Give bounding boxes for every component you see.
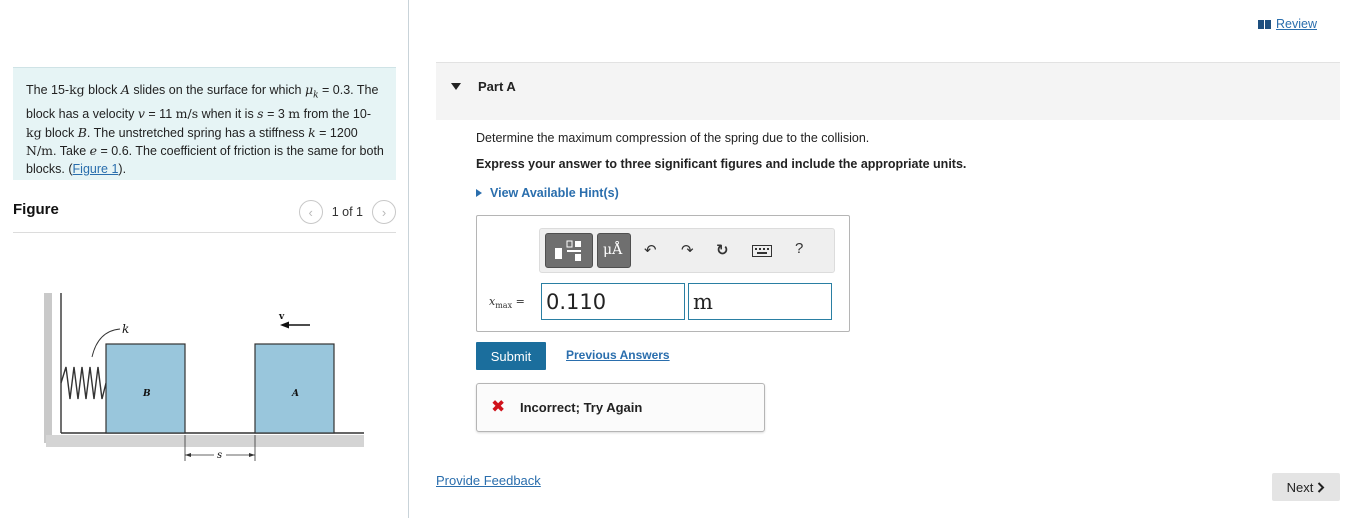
- figure-diagram: k B A v s: [44, 293, 364, 461]
- hints-label: View Available Hint(s): [490, 186, 619, 200]
- var-v: v: [137, 106, 145, 122]
- dim-arrow-left: [185, 453, 191, 457]
- review-link[interactable]: Review: [1258, 17, 1317, 31]
- block-A-label: A: [291, 389, 299, 399]
- text: . The unstretched spring has a stiffness: [86, 125, 309, 140]
- figure-title: Figure: [13, 201, 59, 218]
- var-B: B: [77, 124, 87, 140]
- feedback-box: ✖ Incorrect; Try Again: [476, 383, 765, 432]
- units-button[interactable]: μÅ: [597, 233, 631, 268]
- text: slides on the surface for which: [129, 83, 305, 97]
- text: when it is: [198, 107, 258, 122]
- next-figure-button[interactable]: ›: [372, 200, 396, 224]
- panel-divider: [408, 0, 409, 518]
- dim-arrow-right: [249, 453, 255, 457]
- help-icon[interactable]: ?: [795, 240, 803, 257]
- unit-nm: N/m: [26, 143, 54, 159]
- wall-shadow: [44, 293, 52, 443]
- next-button[interactable]: Next: [1272, 473, 1340, 501]
- chevron-left-icon: ‹: [308, 204, 313, 220]
- redo-icon[interactable]: ↷: [681, 241, 694, 259]
- var-A: A: [120, 82, 130, 97]
- var-e: e: [89, 143, 98, 159]
- view-hints-link[interactable]: View Available Hint(s): [476, 186, 619, 200]
- left-panel: The 15-kg block A slides on the surface …: [0, 0, 409, 518]
- figure-link[interactable]: Figure 1: [73, 162, 119, 176]
- page: The 15-kg block A slides on the surface …: [0, 0, 1361, 518]
- velocity-arrow-head: [280, 321, 289, 329]
- answer-eq: =: [512, 295, 525, 308]
- text: . Take: [53, 144, 90, 159]
- feedback-text: Incorrect; Try Again: [520, 400, 643, 415]
- text: block: [84, 83, 121, 97]
- error-x-icon: ✖: [491, 397, 506, 416]
- chevron-right-icon: [1318, 481, 1325, 493]
- previous-answers-link[interactable]: Previous Answers: [566, 348, 670, 362]
- block-B-label: B: [142, 389, 151, 399]
- caret-down-icon: [451, 83, 461, 90]
- text: = 1200: [315, 125, 358, 140]
- templates-button[interactable]: [545, 233, 593, 268]
- part-header[interactable]: Part A: [436, 62, 1340, 120]
- review-label: Review: [1276, 17, 1317, 31]
- undo-icon[interactable]: ↶: [644, 241, 657, 259]
- provide-feedback-link[interactable]: Provide Feedback: [436, 473, 541, 488]
- unit-kg: kg: [26, 124, 42, 140]
- text: = 3: [263, 107, 289, 122]
- question-text: Determine the maximum compression of the…: [476, 131, 870, 145]
- keyboard-icon[interactable]: [752, 245, 772, 257]
- var-k: k: [308, 124, 316, 140]
- answer-box: μÅ ↶ ↷ ↻ ? xmax = 0.110 m: [476, 215, 850, 332]
- reset-icon[interactable]: ↻: [716, 241, 729, 259]
- unit-input[interactable]: m: [688, 283, 832, 320]
- figure-header: Figure ‹ 1 of 1 ›: [13, 199, 396, 233]
- prev-figure-button[interactable]: ‹: [298, 200, 323, 224]
- answer-var-sub: max: [495, 301, 513, 311]
- templates-icon: [555, 240, 581, 261]
- units-icon: μÅ: [603, 242, 623, 258]
- var-mu: μ: [304, 82, 314, 97]
- problem-statement: The 15-kg block A slides on the surface …: [13, 67, 396, 180]
- unit-kg: kg: [69, 82, 85, 97]
- chevron-right-icon: ›: [381, 204, 387, 220]
- figure-pager: ‹ 1 of 1 ›: [298, 200, 396, 224]
- text: = 11: [144, 107, 176, 122]
- k-label: k: [122, 322, 129, 336]
- text: block: [41, 125, 78, 140]
- next-label: Next: [1286, 479, 1314, 495]
- velocity-label: v: [278, 312, 285, 322]
- book-icon: [1258, 19, 1271, 29]
- value-input[interactable]: 0.110: [541, 283, 685, 320]
- unit-m: m: [288, 106, 301, 122]
- text: ).: [118, 161, 127, 176]
- math-toolbar: μÅ ↶ ↷ ↻ ?: [539, 228, 835, 273]
- ground-shadow: [46, 435, 364, 447]
- submit-button[interactable]: Submit: [476, 342, 546, 370]
- text: from the 10-: [300, 107, 371, 122]
- text: The 15-: [26, 83, 70, 97]
- part-title: Part A: [478, 79, 516, 94]
- answer-label: xmax =: [489, 295, 525, 310]
- pager-count: 1 of 1: [331, 205, 363, 219]
- dim-s-label: s: [217, 450, 222, 461]
- instruction-text: Express your answer to three significant…: [476, 157, 967, 171]
- unit-ms: m/s: [175, 106, 199, 122]
- caret-right-icon: [476, 189, 482, 197]
